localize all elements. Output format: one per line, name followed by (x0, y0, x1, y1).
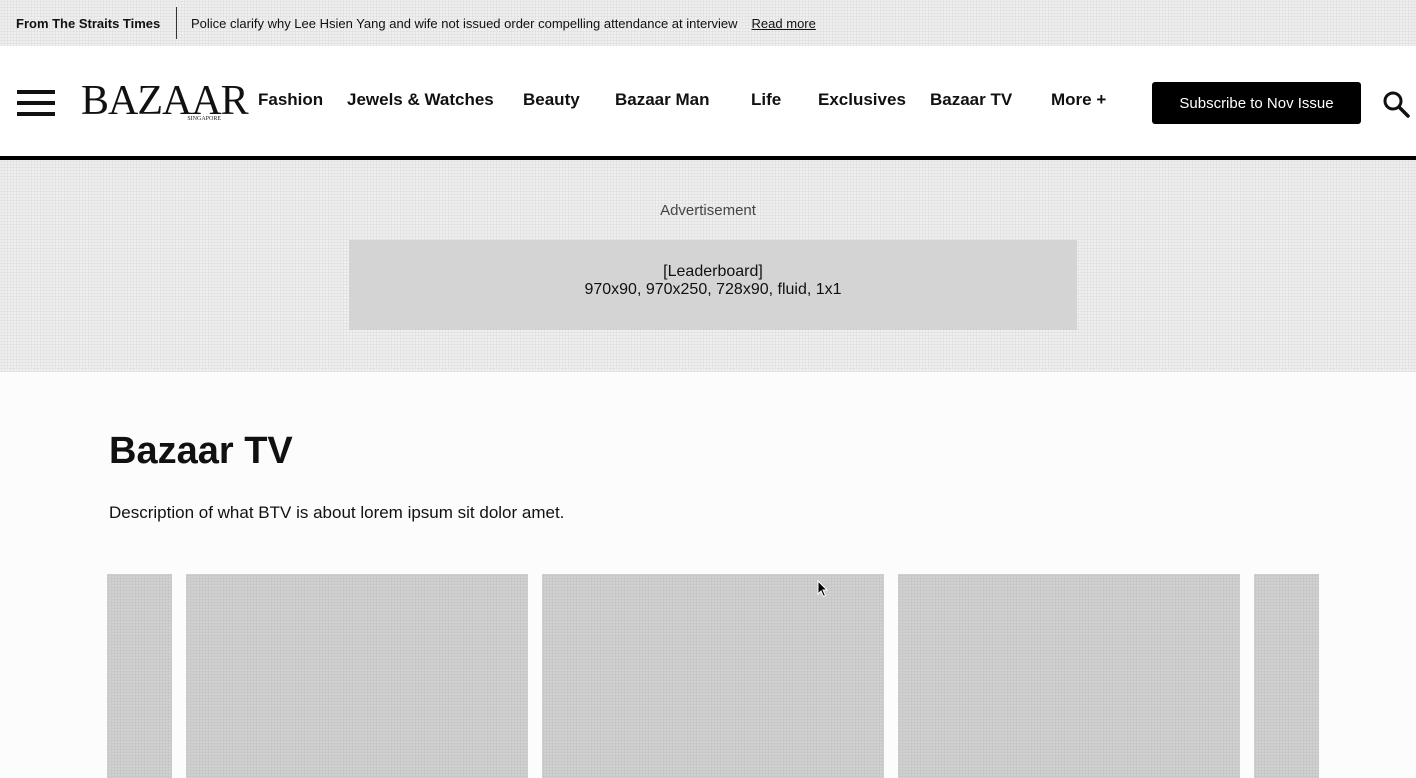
ticker-source: From The Straits Times (0, 7, 177, 39)
video-card-partial-right[interactable] (1254, 574, 1319, 778)
page-title: Bazaar TV (109, 430, 293, 472)
nav-item-beauty[interactable]: Beauty (523, 90, 580, 110)
leaderboard-ad-slot[interactable]: [Leaderboard] 970x90, 970x250, 728x90, f… (349, 240, 1077, 330)
ad-slot-name: [Leaderboard] (663, 263, 763, 280)
nav-item-more[interactable]: More + (1051, 90, 1106, 110)
video-card[interactable] (186, 574, 528, 778)
search-icon[interactable] (1382, 90, 1410, 118)
video-card[interactable] (542, 574, 884, 778)
logo-subtitle: SINGAPORE (187, 116, 221, 122)
page-description: Description of what BTV is about lorem i… (109, 503, 565, 522)
ad-slot-sizes: 970x90, 970x250, 728x90, fluid, 1x1 (584, 281, 842, 298)
video-card[interactable] (898, 574, 1240, 778)
bazaar-logo[interactable]: BAZAAR SINGAPORE (81, 80, 249, 128)
hamburger-menu-icon[interactable] (17, 90, 55, 116)
video-card-partial-left[interactable] (107, 574, 172, 778)
ad-label: Advertisement (660, 202, 756, 219)
ticker-headline[interactable]: Police clarify why Lee Hsien Yang and wi… (191, 16, 738, 31)
mouse-cursor-icon (817, 580, 829, 598)
nav-item-bazaar-man[interactable]: Bazaar Man (615, 90, 709, 110)
main-header: BAZAAR SINGAPORE Fashion Jewels & Watche… (0, 46, 1416, 160)
nav-item-exclusives[interactable]: Exclusives (818, 90, 906, 110)
read-more-link[interactable]: Read more (752, 16, 816, 31)
news-ticker: From The Straits Times Police clarify wh… (0, 0, 1416, 46)
ad-zone: Advertisement [Leaderboard] 970x90, 970x… (0, 160, 1416, 372)
nav-item-bazaar-tv[interactable]: Bazaar TV (930, 90, 1012, 110)
nav-item-fashion[interactable]: Fashion (258, 90, 323, 110)
nav-item-life[interactable]: Life (751, 90, 781, 110)
nav-item-jewels-watches[interactable]: Jewels & Watches (347, 90, 494, 110)
subscribe-button[interactable]: Subscribe to Nov Issue (1152, 82, 1361, 124)
